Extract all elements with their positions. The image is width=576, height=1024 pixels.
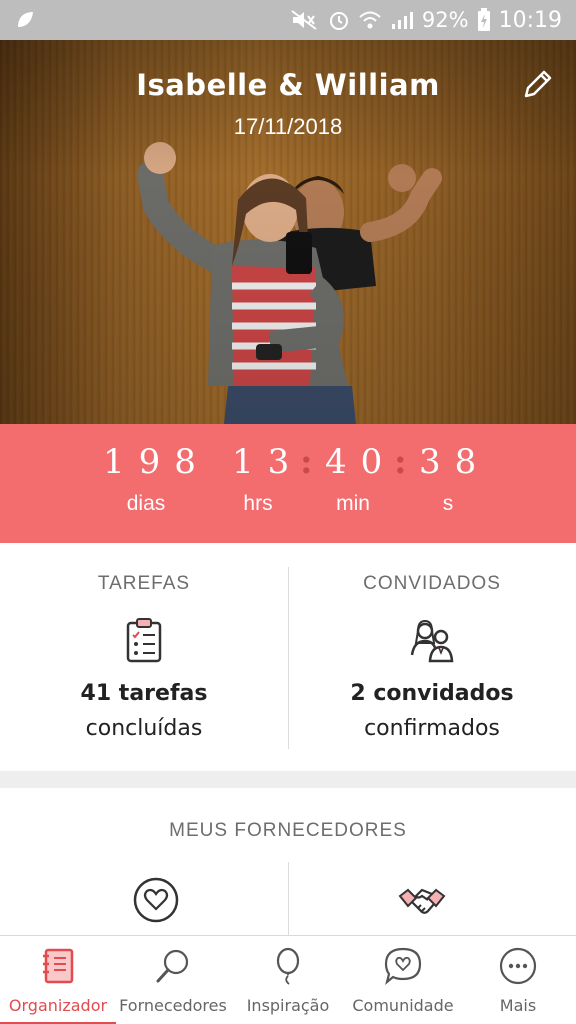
countdown-separator: : (300, 442, 313, 482)
tasks-title: TAREFAS (97, 573, 191, 594)
more-dots-icon (499, 947, 537, 985)
balloon-icon (276, 947, 300, 985)
tasks-count: 41 tarefas (80, 681, 208, 706)
status-bar: 92% 10:19 (0, 0, 576, 40)
countdown-separator: : (394, 442, 407, 482)
guests-count: 2 convidados (350, 681, 514, 706)
hours-label: hrs (243, 492, 273, 515)
bottom-navigation: Organizador Fornecedores Inspiração Comu… (0, 935, 576, 1024)
summary-stats: TAREFAS 41 tarefas concluídas CONVIDADOS… (0, 543, 576, 771)
countdown-hours: 13 (232, 442, 304, 482)
nav-comunidade[interactable]: Comunidade (346, 936, 460, 1024)
heart-circle-icon[interactable] (132, 876, 180, 924)
magnifier-icon (156, 949, 189, 983)
pencil-icon[interactable] (520, 66, 556, 102)
tasks-card[interactable]: TAREFAS 41 tarefas concluídas (0, 543, 288, 771)
wedding-date: 17/11/2018 (233, 114, 343, 139)
nav-organizador-label: Organizador (8, 996, 108, 1015)
guests-couple-icon (410, 619, 454, 663)
countdown-seconds: 38 (419, 442, 491, 482)
countdown-days: 198 (103, 442, 210, 482)
section-gap (0, 771, 576, 788)
battery-percent: 92% (421, 8, 469, 32)
signal-icon (391, 12, 413, 29)
countdown-banner: 198 13 : 40 : 38 dias hrs min s (0, 424, 576, 543)
clipboard-checklist-icon (126, 618, 162, 663)
battery-charging-icon (477, 8, 490, 31)
seconds-label: s (442, 492, 454, 515)
nav-fornecedores[interactable]: Fornecedores (116, 936, 230, 1024)
notebook-icon (43, 948, 74, 984)
clock-time: 10:19 (498, 7, 562, 33)
mute-icon (291, 10, 317, 30)
days-label: dias (126, 492, 166, 515)
nav-inspiracao-label: Inspiração (246, 996, 330, 1015)
nav-inspiracao[interactable]: Inspiração (230, 936, 346, 1024)
couple-names: Isabelle & William (136, 68, 440, 102)
nav-mais[interactable]: Mais (460, 936, 576, 1024)
app-icon (18, 12, 33, 27)
nav-comunidade-label: Comunidade (352, 996, 454, 1015)
nav-mais-label: Mais (499, 996, 537, 1015)
wifi-icon (359, 11, 381, 29)
couple-header: Isabelle & William 17/11/2018 (0, 40, 576, 424)
guests-card[interactable]: CONVIDADOS 2 convidados confirmados (288, 543, 576, 771)
countdown-digits: 198 13 : 40 : 38 (0, 442, 576, 492)
countdown-minutes: 40 (325, 442, 397, 482)
nav-organizador[interactable]: Organizador (0, 936, 116, 1024)
alarm-icon (329, 12, 348, 30)
nav-fornecedores-label: Fornecedores (119, 996, 227, 1015)
guests-title: CONVIDADOS (363, 573, 501, 594)
my-vendors-section: MEUS FORNECEDORES (0, 788, 576, 935)
handshake-icon[interactable] (398, 876, 446, 924)
minutes-label: min (336, 492, 370, 515)
chat-heart-icon (384, 947, 422, 986)
guests-status: confirmados (364, 716, 500, 741)
vendors-title: MEUS FORNECEDORES (169, 820, 407, 841)
tasks-status: concluídas (85, 716, 203, 741)
vendors-divider (288, 862, 289, 935)
